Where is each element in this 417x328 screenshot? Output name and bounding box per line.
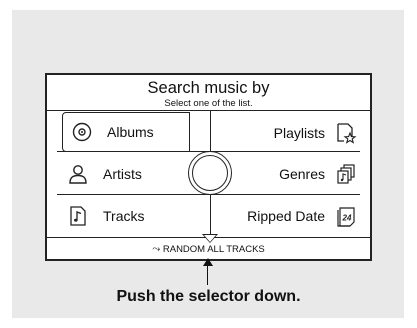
screen-subtitle: Select one of the list.	[164, 98, 253, 109]
menu-item-playlists[interactable]: Playlists	[217, 112, 361, 154]
up-arrow-icon	[203, 258, 213, 266]
menu-item-artists[interactable]: Artists	[59, 153, 205, 195]
menu-item-albums[interactable]: Albums	[62, 112, 190, 152]
calendar-icon: 24	[335, 205, 357, 227]
random-all-tracks-label: RANDOM ALL TRACKS	[162, 244, 265, 255]
shuffle-icon: ⤳	[152, 244, 161, 255]
menu-item-tracks[interactable]: Tracks	[59, 195, 205, 237]
menu-item-label: Tracks	[103, 208, 145, 224]
menu-item-label: Ripped Date	[247, 208, 325, 224]
playlist-star-icon	[335, 122, 357, 144]
header-divider	[47, 110, 370, 111]
genres-icon	[335, 163, 357, 185]
screen-title: Search music by	[147, 79, 270, 97]
instruction-caption: Push the selector down.	[116, 288, 301, 305]
music-note-icon	[67, 205, 89, 227]
random-all-tracks-bar[interactable]: ⤳ RANDOM ALL TRACKS	[47, 242, 370, 258]
center-selector-knob[interactable]	[188, 151, 232, 195]
disc-icon	[71, 121, 93, 143]
menu-item-label: Playlists	[273, 125, 325, 141]
menu-item-ripped-date[interactable]: Ripped Date 24	[217, 195, 361, 237]
menu-item-genres[interactable]: Genres	[217, 153, 361, 195]
music-search-screen: Search music by Select one of the list. …	[45, 73, 372, 261]
calendar-day-label: 24	[342, 214, 352, 223]
menu-item-label: Albums	[107, 124, 154, 140]
menu-item-label: Genres	[279, 166, 325, 182]
callout-line	[207, 263, 208, 285]
person-icon	[67, 163, 89, 185]
menu-item-label: Artists	[103, 166, 142, 182]
